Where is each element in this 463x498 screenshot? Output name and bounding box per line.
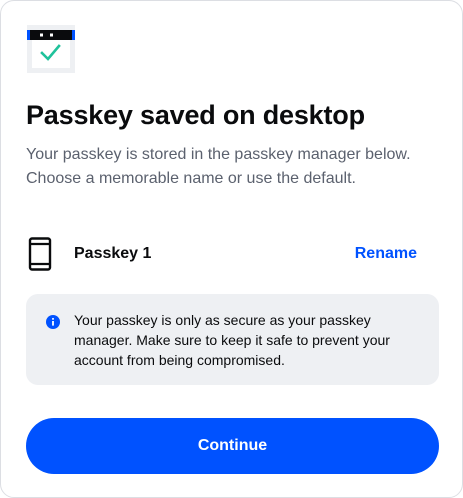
passkey-row: Passkey 1 Rename — [26, 233, 426, 275]
calendar-check-icon — [27, 25, 75, 73]
continue-button[interactable]: Continue — [26, 418, 439, 474]
passkey-name: Passkey 1 — [74, 245, 152, 262]
phone-icon — [28, 237, 52, 271]
info-text: Your passkey is only as secure as your p… — [74, 312, 390, 368]
page-title: Passkey saved on desktop — [26, 100, 365, 130]
rename-button[interactable]: Rename — [355, 244, 417, 264]
info-icon — [46, 315, 60, 329]
info-banner: Your passkey is only as secure as your p… — [26, 294, 439, 385]
page-subtitle: Your passkey is stored in the passkey ma… — [26, 146, 411, 187]
passkey-saved-dialog: Passkey saved on desktop Your passkey is… — [0, 0, 463, 498]
